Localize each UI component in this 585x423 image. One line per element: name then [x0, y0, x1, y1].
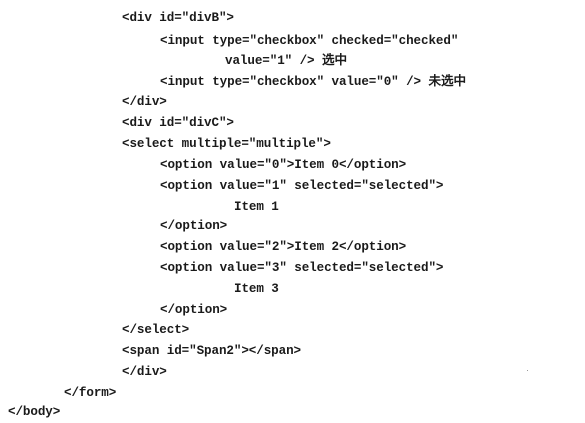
code-line: <option value="1" selected="selected"> [160, 179, 444, 193]
scan-speck [527, 370, 528, 371]
code-line: Item 3 [234, 282, 279, 296]
code-line: </select> [122, 323, 190, 337]
code-line: </body> [8, 405, 61, 419]
code-line: <option value="0">Item 0</option> [160, 158, 407, 172]
code-line: <div id="divC"> [122, 116, 234, 130]
code-line: <input type="checkbox" value="0" /> 未选中 [160, 75, 466, 89]
code-line: <select multiple="multiple"> [122, 137, 331, 151]
code-line: <option value="3" selected="selected"> [160, 261, 444, 275]
code-line: <option value="2">Item 2</option> [160, 240, 407, 254]
code-line: </option> [160, 219, 228, 233]
code-line: </option> [160, 303, 228, 317]
code-line: <div id="divB"> [122, 11, 234, 25]
code-line: <span id="Span2"></span> [122, 344, 301, 358]
code-line: <input type="checkbox" checked="checked" [160, 34, 459, 48]
code-line: </div> [122, 95, 167, 109]
code-line: Item 1 [234, 200, 279, 214]
code-line: </form> [64, 386, 117, 400]
code-line: </div> [122, 365, 167, 379]
code-listing: <div id="divB"> <input type="checkbox" c… [0, 0, 585, 423]
code-line: value="1" /> 选中 [225, 54, 347, 68]
